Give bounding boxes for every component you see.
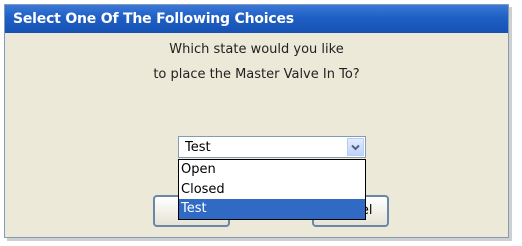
dropdown-button[interactable]	[347, 138, 364, 156]
chevron-down-icon	[351, 144, 360, 150]
dropdown-option-closed[interactable]: Closed	[179, 180, 365, 200]
state-select[interactable]: Test	[178, 136, 366, 158]
state-select-value: Test	[185, 140, 211, 155]
choice-dialog: Select One Of The Following Choices Whic…	[4, 4, 509, 238]
state-dropdown-list: Open Closed Test	[178, 159, 366, 220]
dropdown-option-test[interactable]: Test	[179, 199, 365, 219]
prompt-line-2: to place the Master Valve In To?	[153, 67, 360, 82]
dialog-title: Select One Of The Following Choices	[5, 5, 508, 33]
dropdown-option-open[interactable]: Open	[179, 160, 365, 180]
prompt-line-1: Which state would you like	[169, 42, 344, 57]
